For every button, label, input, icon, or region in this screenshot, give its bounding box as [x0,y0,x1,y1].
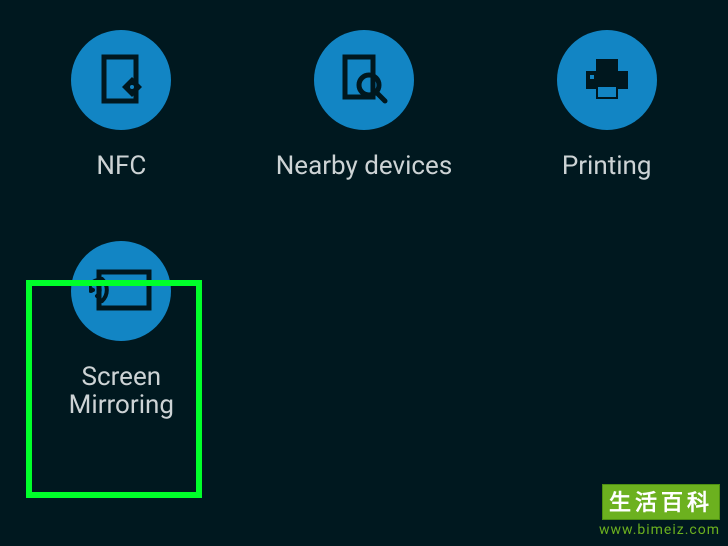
nfc-icon-circle [71,30,171,130]
watermark-url: www.bimeiz.com [599,522,720,538]
settings-grid: NFC Nearby devices [0,0,728,420]
tile-label: Nearby devices [276,152,453,181]
printing-icon-circle [557,30,657,130]
tile-screen-mirroring[interactable]: Screen Mirroring [0,241,243,420]
tile-nearby-devices[interactable]: Nearby devices [243,30,486,181]
printer-icon [578,51,636,109]
watermark: 生活百科 www.bimeiz.com [599,484,720,538]
tile-printing[interactable]: Printing [485,30,728,181]
nearby-devices-icon [335,51,393,109]
watermark-title: 生活百科 [602,484,720,520]
tile-label: NFC [96,152,146,181]
tile-nfc[interactable]: NFC [0,30,243,181]
screen-mirroring-icon-circle [71,241,171,341]
nearby-devices-icon-circle [314,30,414,130]
tile-label: Printing [562,152,652,181]
nfc-icon [94,53,148,107]
tile-label: Screen Mirroring [69,363,174,420]
screen-mirroring-icon [89,266,153,316]
